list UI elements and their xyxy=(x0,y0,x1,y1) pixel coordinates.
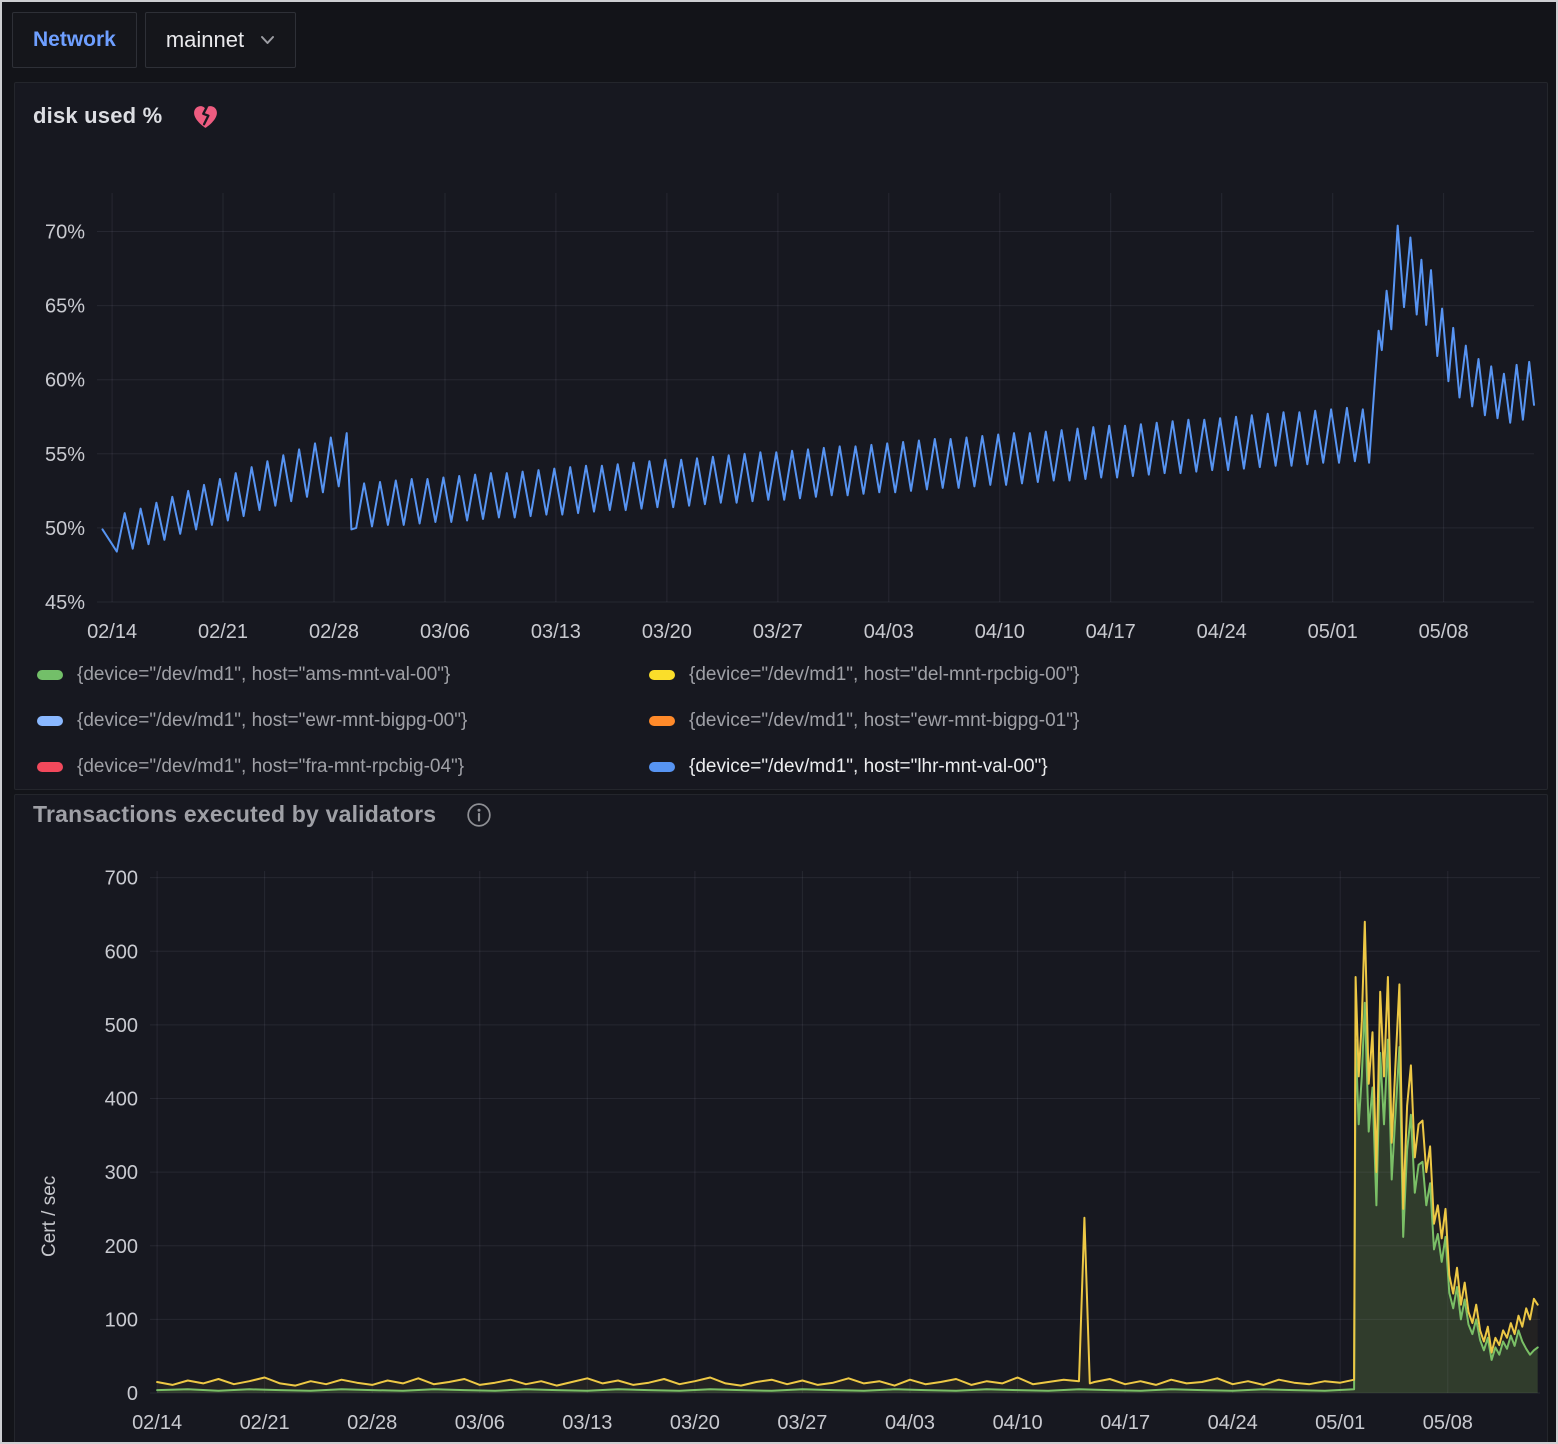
x-tick-label: 03/13 xyxy=(531,621,581,643)
legend-item[interactable]: {device="/dev/md1", host="del-mnt-rpcbig… xyxy=(649,653,1527,697)
legend-item[interactable]: {device="/dev/md1", host="lhr-mnt-val-00… xyxy=(649,745,1527,789)
y-tick-label: 300 xyxy=(105,1162,138,1184)
series-line-{device="/dev/md1", host="lhr-mnt-val-00"} xyxy=(103,226,1535,552)
x-tick-label: 04/03 xyxy=(864,621,914,643)
x-tick-label: 04/10 xyxy=(975,621,1025,643)
x-tick-label: 05/08 xyxy=(1419,621,1469,643)
y-tick-label: 65% xyxy=(45,296,85,318)
transactions-chart[interactable]: 0 100 200 300 400 500 600 700 02/14 02/21 02/28 03/… xyxy=(15,843,1547,1444)
info-circle-icon[interactable] xyxy=(466,802,492,828)
dashboard-variables-toolbar: Network mainnet xyxy=(12,12,296,68)
transactions-panel: Transactions executed by validators Cert… xyxy=(14,794,1548,1444)
network-variable-label-box: Network xyxy=(12,12,137,68)
legend-label: {device="/dev/md1", host="ewr-mnt-bigpg-… xyxy=(689,710,1079,732)
y-tick-label: 50% xyxy=(45,518,85,540)
x-tick-label: 02/14 xyxy=(132,1412,182,1434)
disk-panel-header: disk used % xyxy=(33,103,219,129)
x-tick-label: 03/06 xyxy=(455,1412,505,1434)
grafana-dashboard: Network mainnet disk used % 45% 50% 55% 60%… xyxy=(0,0,1558,1444)
legend-swatch xyxy=(37,762,63,772)
network-variable-value: mainnet xyxy=(166,27,244,53)
x-tick-label: 05/01 xyxy=(1308,621,1358,643)
y-tick-label: 600 xyxy=(105,941,138,963)
legend-swatch xyxy=(37,716,63,726)
y-tick-label: 100 xyxy=(105,1309,138,1331)
series-area-validators-green xyxy=(157,1003,1538,1393)
network-variable-dropdown[interactable]: mainnet xyxy=(145,12,296,68)
x-tick-label: 05/08 xyxy=(1423,1412,1473,1434)
x-tick-label: 04/17 xyxy=(1086,621,1136,643)
x-tick-label: 04/10 xyxy=(993,1412,1043,1434)
y-tick-label: 400 xyxy=(105,1089,138,1111)
x-tick-label: 02/28 xyxy=(347,1412,397,1434)
legend-label: {device="/dev/md1", host="del-mnt-rpcbig… xyxy=(689,664,1079,686)
transactions-panel-header: Transactions executed by validators xyxy=(33,801,492,828)
legend-swatch xyxy=(649,716,675,726)
chevron-down-icon xyxy=(260,35,275,45)
broken-heart-icon xyxy=(192,104,219,129)
series-line-validators-green xyxy=(157,1003,1538,1391)
transactions-panel-title[interactable]: Transactions executed by validators xyxy=(33,801,436,828)
disk-used-panel: disk used % 45% 50% 55% 60% 65% 70% 02/14 02/21… xyxy=(14,82,1548,790)
y-tick-label: 500 xyxy=(105,1015,138,1037)
y-tick-label: 200 xyxy=(105,1236,138,1258)
legend-item[interactable]: {device="/dev/md1", host="ewr-mnt-bigpg-… xyxy=(37,699,649,743)
y-tick-label: 70% xyxy=(45,222,85,244)
x-tick-label: 04/03 xyxy=(885,1412,935,1434)
legend-item[interactable]: {device="/dev/md1", host="ewr-mnt-bigpg-… xyxy=(649,699,1527,743)
legend-swatch xyxy=(649,762,675,772)
x-tick-label: 03/06 xyxy=(420,621,470,643)
legend-swatch xyxy=(649,670,675,680)
y-tick-label: 0 xyxy=(127,1383,138,1405)
x-tick-label: 04/24 xyxy=(1197,621,1247,643)
x-tick-label: 03/20 xyxy=(670,1412,720,1434)
y-tick-label: 60% xyxy=(45,370,85,392)
x-tick-label: 05/01 xyxy=(1315,1412,1365,1434)
y-tick-label: 700 xyxy=(105,868,138,890)
network-variable-label: Network xyxy=(33,28,116,52)
x-tick-label: 03/13 xyxy=(562,1412,612,1434)
legend-label: {device="/dev/md1", host="ams-mnt-val-00… xyxy=(77,664,450,686)
x-tick-label: 02/21 xyxy=(240,1412,290,1434)
series-line-validators-yellow xyxy=(157,922,1538,1386)
legend-swatch xyxy=(37,670,63,680)
x-tick-label: 03/27 xyxy=(753,621,803,643)
x-tick-label: 02/21 xyxy=(198,621,248,643)
legend-label: {device="/dev/md1", host="ewr-mnt-bigpg-… xyxy=(77,710,467,732)
x-tick-label: 03/20 xyxy=(642,621,692,643)
legend-item[interactable]: {device="/dev/md1", host="fra-mnt-rpcbig… xyxy=(37,745,649,789)
x-tick-label: 04/24 xyxy=(1208,1412,1258,1434)
disk-used-chart[interactable]: 45% 50% 55% 60% 65% 70% 02/14 02/21 02/28 03/06 03… xyxy=(15,133,1547,649)
y-tick-label: 45% xyxy=(45,592,85,614)
x-tick-label: 04/17 xyxy=(1100,1412,1150,1434)
x-tick-label: 03/27 xyxy=(777,1412,827,1434)
disk-panel-title[interactable]: disk used % xyxy=(33,103,162,129)
legend-label: {device="/dev/md1", host="lhr-mnt-val-00… xyxy=(689,756,1048,778)
series-area-validators-yellow xyxy=(157,922,1538,1393)
legend-label: {device="/dev/md1", host="fra-mnt-rpcbig… xyxy=(77,756,464,778)
disk-chart-legend: {device="/dev/md1", host="ams-mnt-val-00… xyxy=(37,653,1527,789)
y-tick-label: 55% xyxy=(45,444,85,466)
x-tick-label: 02/14 xyxy=(87,621,137,643)
x-tick-label: 02/28 xyxy=(309,621,359,643)
legend-item[interactable]: {device="/dev/md1", host="ams-mnt-val-00… xyxy=(37,653,649,697)
